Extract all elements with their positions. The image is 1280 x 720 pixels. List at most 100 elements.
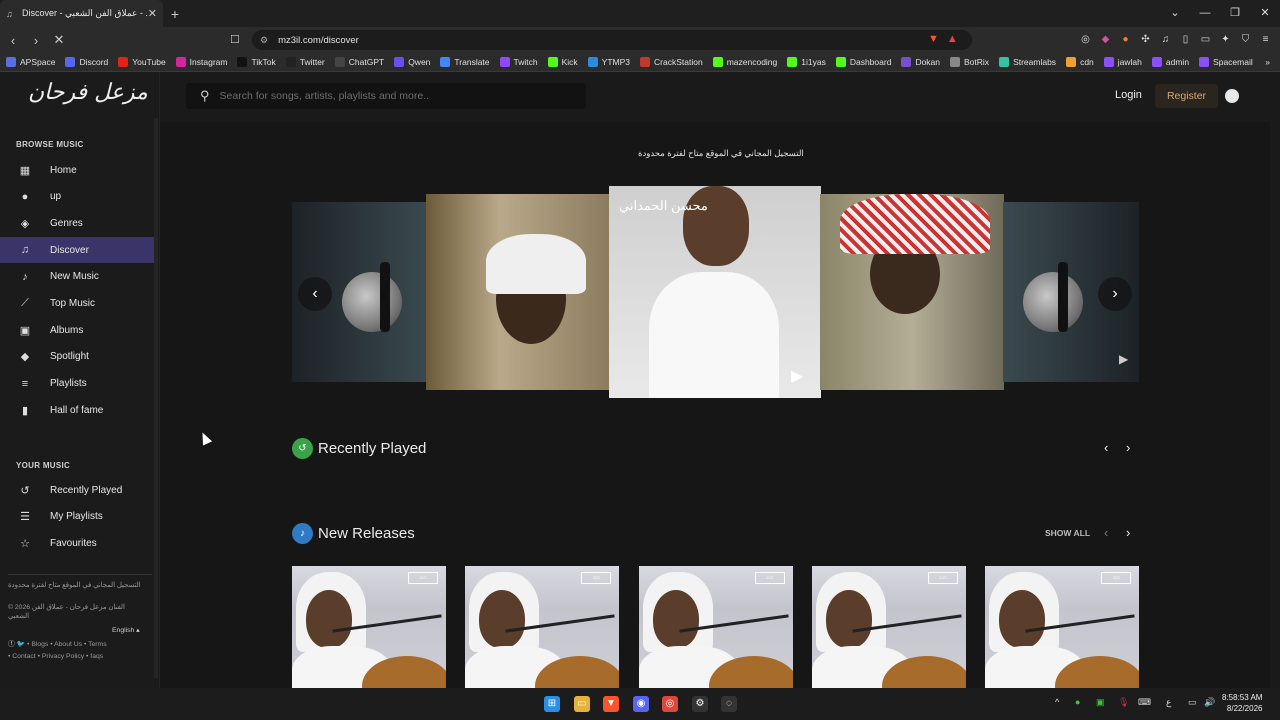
forward-icon[interactable]: › — [26, 33, 46, 48]
url-bar[interactable]: ⚙ mz3il.com/discover — [252, 30, 972, 50]
brave-shield-icon[interactable]: ▼ — [928, 33, 939, 45]
album-card[interactable]: ⌂⌂ — [292, 566, 446, 688]
bookmark-1i1yas[interactable]: 1i1yas — [787, 57, 826, 67]
bookmark-botrix[interactable]: BotRix — [950, 57, 989, 67]
login-link[interactable]: Login — [1115, 89, 1142, 101]
wallet-icon[interactable]: ▭ — [1199, 33, 1212, 46]
media-icon[interactable]: ♫ — [1159, 33, 1172, 46]
language-select[interactable]: English ▴ — [112, 626, 140, 635]
recently-played-title[interactable]: Recently Played — [318, 440, 426, 457]
bookmark-apspace[interactable]: APSpace — [6, 57, 55, 67]
sidebar-item-up[interactable]: ● up — [0, 184, 157, 210]
site-info-icon[interactable]: ⚙ — [260, 35, 268, 46]
clock[interactable]: 8:58:53 AM 8/22/2026 — [1222, 692, 1262, 714]
bookmark-admin[interactable]: admin — [1151, 57, 1189, 67]
recent-next-icon[interactable]: › — [1126, 440, 1130, 455]
bookmark-crackstation[interactable]: CrackStation — [640, 57, 703, 67]
play-icon[interactable]: ▶ — [791, 366, 803, 386]
steam-icon[interactable]: ⚙ — [692, 696, 708, 712]
minimize-icon[interactable]: — — [1190, 0, 1220, 27]
bookmark-twitter[interactable]: Twitter — [285, 57, 325, 67]
sidebar-item-new-music[interactable]: ♪ New Music — [0, 264, 157, 290]
bookmark-dokan[interactable]: Dokan — [901, 57, 940, 67]
maximize-icon[interactable]: ❐ — [1220, 0, 1250, 27]
bookmark-twitch[interactable]: Twitch — [499, 57, 538, 67]
album-card[interactable]: ⌂⌂ — [465, 566, 620, 688]
bookmark-discord[interactable]: Discord — [65, 57, 108, 67]
bookmark-dashboard[interactable]: Dashboard — [835, 57, 891, 67]
obs-icon[interactable]: ◌ — [721, 696, 737, 712]
brave-icon[interactable]: ▼ — [603, 696, 619, 712]
tray-overflow-icon[interactable]: ^ — [1055, 697, 1059, 707]
bookmark-page-icon[interactable]: ☐ — [230, 33, 240, 46]
bookmark-youtube[interactable]: YouTube — [118, 57, 166, 67]
bookmark-streamlabs[interactable]: Streamlabs — [999, 57, 1056, 67]
search-input[interactable]: ⚲ Search for songs, artists, playlists a… — [186, 83, 586, 109]
site-logo[interactable]: مزعل فرحان — [28, 80, 148, 105]
facebook-icon[interactable]: ⓕ — [8, 641, 15, 648]
user-avatar-icon[interactable] — [1225, 89, 1239, 103]
menu-icon[interactable]: ≡ — [1259, 33, 1272, 46]
album-card[interactable]: ⌂⌂ — [638, 566, 793, 688]
register-button[interactable]: Register — [1155, 84, 1218, 108]
mic-icon[interactable]: 🎙 — [1118, 697, 1129, 708]
sidebar-scrollbar[interactable] — [154, 118, 158, 678]
album-card[interactable]: ⌂⌂ — [985, 566, 1140, 688]
footer-links-1[interactable]: • Blogs • About Us • Terms — [27, 641, 107, 648]
sidebar-item-recently-played[interactable]: ↺ Recently Played — [0, 477, 157, 503]
tray-status-icon[interactable]: ● — [1075, 697, 1080, 707]
extension-icon[interactable]: ◎ — [1079, 33, 1092, 46]
brave-rewards-icon[interactable]: ▲ — [947, 33, 958, 45]
bookmark-chatgpt[interactable]: ChatGPT — [334, 57, 384, 67]
keyboard-icon[interactable]: ⌨ — [1138, 697, 1151, 708]
close-window-icon[interactable]: ✕ — [1250, 0, 1280, 27]
language-indicator[interactable]: ع — [1166, 697, 1171, 708]
bookmark-instagram[interactable]: Instagram — [175, 57, 227, 67]
bookmark-qwen[interactable]: Qwen — [394, 57, 430, 67]
puzzle-icon[interactable]: ✣ — [1139, 33, 1152, 46]
album-card[interactable]: ⌂⌂ — [811, 566, 966, 688]
new-releases-title[interactable]: New Releases — [318, 525, 415, 542]
extension-icon[interactable]: ◆ — [1099, 33, 1112, 46]
stop-icon[interactable]: ✕ — [49, 32, 69, 48]
tab-search-icon[interactable]: ⌄ — [1160, 0, 1190, 27]
play-icon[interactable]: ▶ — [1119, 352, 1128, 366]
carousel-slide[interactable] — [426, 194, 610, 390]
extension-icon[interactable]: ● — [1119, 33, 1132, 46]
browser-tab[interactable]: ♫ Discover - عملاق الفن الشعبي - ... ✕ — [0, 0, 163, 27]
new-tab-button[interactable]: + — [163, 6, 187, 22]
bookmarks-overflow-icon[interactable]: » — [1265, 57, 1270, 67]
sidebar-item-hall-of-fame[interactable]: ▮ Hall of fame — [0, 397, 157, 423]
sidebar-item-home[interactable]: ▦ Home — [0, 157, 157, 183]
start-icon[interactable]: ⊞ — [544, 696, 560, 712]
twitter-icon[interactable]: 🐦 — [17, 641, 25, 648]
bookmark-jawlah[interactable]: jawlah — [1103, 57, 1142, 67]
sidebar-item-favourites[interactable]: ☆ Favourites — [0, 530, 157, 556]
carousel-prev-button[interactable]: ‹ — [298, 277, 332, 311]
chrome-icon[interactable]: ◎ — [662, 696, 678, 712]
bookmark-mazencoding[interactable]: mazencoding — [712, 57, 777, 67]
file-explorer-icon[interactable]: ▭ — [574, 696, 590, 712]
bookmark-translate[interactable]: Translate — [440, 57, 490, 67]
bookmark-kick[interactable]: Kick — [547, 57, 578, 67]
sidebar-toggle-icon[interactable]: ▯ — [1179, 33, 1192, 46]
bookmark-spacemail[interactable]: Spacemail — [1199, 57, 1253, 67]
sidebar-item-top-music[interactable]: ⟋ Top Music — [0, 291, 157, 317]
leo-icon[interactable]: ✦ — [1219, 33, 1232, 46]
sidebar-item-my-playlists[interactable]: ☰ My Playlists — [0, 504, 157, 530]
footer-links-2[interactable]: • Contact • Privacy Policy • faqs — [8, 652, 103, 661]
vpn-icon[interactable]: ⛉ — [1239, 33, 1252, 46]
sidebar-item-genres[interactable]: ◈ Genres — [0, 210, 157, 236]
show-all-link[interactable]: SHOW ALL — [1045, 528, 1090, 538]
carousel-slide-active[interactable]: محسن الحمداني ▶ — [609, 186, 821, 398]
network-icon[interactable]: ▭ — [1188, 697, 1197, 708]
bookmark-tiktok[interactable]: TikTok — [237, 57, 276, 67]
recent-prev-icon[interactable]: ‹ — [1104, 440, 1108, 455]
bookmark-cdn[interactable]: cdn — [1066, 57, 1094, 67]
sidebar-item-playlists[interactable]: ≡ Playlists — [0, 371, 157, 397]
discord-icon[interactable]: ◉ — [633, 696, 649, 712]
releases-next-icon[interactable]: › — [1126, 525, 1130, 540]
close-tab-icon[interactable]: ✕ — [148, 7, 157, 20]
bookmark-ytmp3[interactable]: YTMP3 — [587, 57, 630, 67]
carousel-next-button[interactable]: › — [1098, 277, 1132, 311]
